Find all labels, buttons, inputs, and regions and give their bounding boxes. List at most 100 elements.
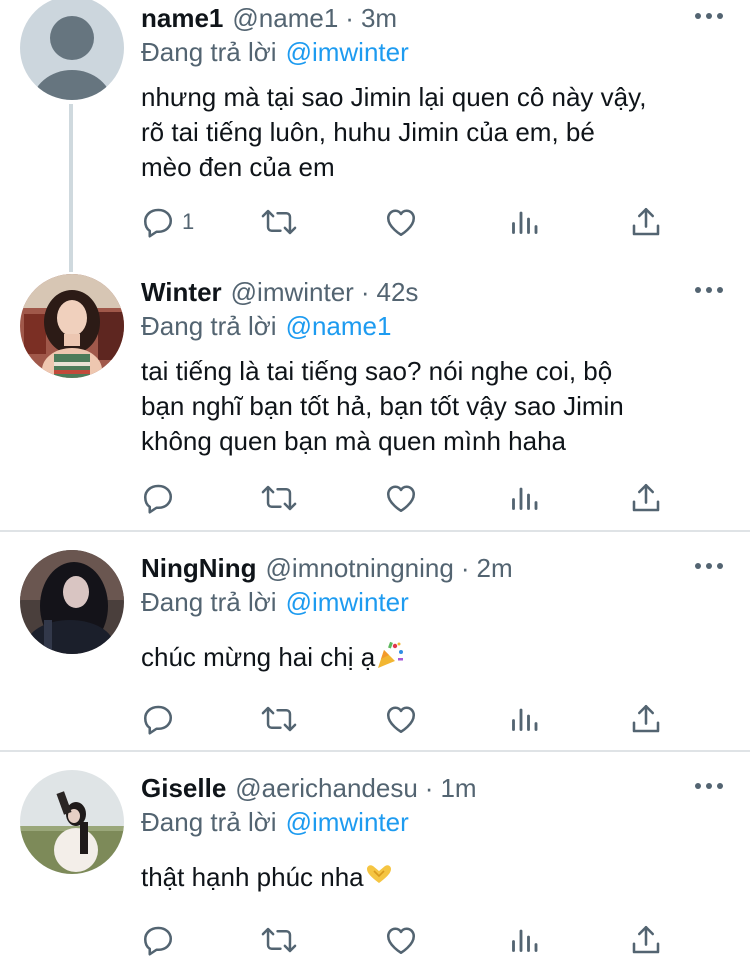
reply-button[interactable]: 1 [140, 202, 194, 242]
retweet-button[interactable] [260, 699, 298, 739]
tweet-giselle[interactable]: Giselle @aerichandesu · 1m Đang trả lời … [0, 770, 750, 960]
avatar-winter[interactable] [20, 274, 124, 378]
tweet-text: chúc mừng hai chị ạ [141, 640, 405, 679]
analytics-icon [506, 480, 542, 516]
share-button[interactable] [628, 202, 664, 242]
timestamp[interactable]: 3m [361, 3, 397, 34]
separator: · [345, 2, 354, 33]
separator: · [424, 772, 434, 803]
reply-button[interactable] [140, 920, 182, 960]
replying-to: Đang trả lời @imwinter [141, 584, 409, 620]
reply-icon [140, 922, 176, 958]
replying-prefix: Đang trả lời [141, 310, 277, 341]
tweet-actions [140, 920, 680, 960]
timestamp[interactable]: 1m [440, 773, 476, 804]
tweet-name1[interactable]: name1 @name1 · 3m Đang trả lời @imwinter… [0, 0, 750, 262]
retweet-icon [260, 922, 298, 958]
timestamp[interactable]: 42s [377, 277, 419, 308]
like-icon [383, 922, 419, 958]
like-button[interactable] [383, 478, 419, 518]
author-name[interactable]: NingNing [141, 553, 257, 584]
avatar-default[interactable] [20, 0, 124, 100]
tweet-text: nhưng mà tại sao Jimin lại quen cô này v… [141, 80, 646, 185]
analytics-icon [506, 701, 542, 737]
author-name[interactable]: Winter [141, 277, 222, 308]
share-icon [628, 480, 664, 516]
analytics-button[interactable] [506, 202, 542, 242]
reply-button[interactable] [140, 478, 182, 518]
analytics-icon [506, 922, 542, 958]
analytics-button[interactable] [506, 920, 542, 960]
text-line: chúc mừng hai chị ạ [141, 642, 376, 672]
replying-to: Đang trả lời @name1 [141, 308, 391, 344]
more-icon[interactable] [692, 774, 726, 798]
like-icon [383, 204, 419, 240]
reply-count: 1 [182, 209, 195, 234]
avatar-ningning[interactable] [20, 550, 124, 654]
retweet-button[interactable] [260, 478, 298, 518]
reply-thread: name1 @name1 · 3m Đang trả lời @imwinter… [0, 0, 750, 960]
like-icon [383, 480, 419, 516]
like-icon [383, 701, 419, 737]
divider [0, 750, 750, 752]
avatar-giselle[interactable] [20, 770, 124, 874]
separator: · [460, 552, 470, 583]
more-icon[interactable] [692, 554, 726, 578]
mention-link[interactable]: @imwinter [286, 587, 409, 618]
retweet-button[interactable] [260, 920, 298, 960]
author-name[interactable]: Giselle [141, 773, 226, 804]
timestamp[interactable]: 2m [477, 553, 513, 584]
tweet-ningning[interactable]: NingNing @imnotningning · 2m Đang trả lờ… [0, 550, 750, 750]
tweet-text: thật hạnh phúc nha [141, 860, 394, 899]
replying-to: Đang trả lời @imwinter [141, 34, 409, 70]
text-line: nhưng mà tại sao Jimin lại quen cô này v… [141, 82, 647, 112]
more-icon[interactable] [692, 278, 726, 302]
reply-icon [140, 480, 176, 516]
reply-icon [140, 701, 176, 737]
retweet-icon [260, 204, 298, 240]
reply-icon [140, 204, 176, 240]
analytics-button[interactable] [506, 699, 542, 739]
like-button[interactable] [383, 699, 419, 739]
share-button[interactable] [628, 478, 664, 518]
separator: · [360, 276, 370, 307]
mention-link[interactable]: @name1 [286, 311, 392, 342]
share-icon [628, 204, 664, 240]
text-line: bạn nghĩ bạn tốt hả, bạn tốt vậy sao Jim… [141, 391, 624, 421]
text-line: thật hạnh phúc nha [141, 862, 364, 892]
analytics-button[interactable] [506, 478, 542, 518]
reply-button[interactable] [140, 699, 182, 739]
share-icon [628, 701, 664, 737]
party-popper-icon [375, 640, 405, 679]
text-line: mèo đen của em [141, 152, 335, 182]
text-line: rõ tai tiếng luôn, huhu Jimin của em, bé [141, 117, 595, 147]
tweet-actions: 1 [140, 202, 680, 242]
author-handle[interactable]: @imnotningning [266, 553, 454, 584]
retweet-button[interactable] [260, 202, 298, 242]
replying-prefix: Đang trả lời [141, 36, 277, 67]
share-button[interactable] [628, 699, 664, 739]
share-icon [628, 922, 664, 958]
share-button[interactable] [628, 920, 664, 960]
mention-link[interactable]: @imwinter [286, 37, 409, 68]
analytics-icon [506, 204, 542, 240]
mention-link[interactable]: @imwinter [286, 807, 409, 838]
author-handle[interactable]: @imwinter [231, 277, 354, 308]
tweet-winter[interactable]: Winter @imwinter · 42s Đang trả lời @nam… [0, 274, 750, 530]
tweet-actions [140, 699, 680, 739]
text-line: không quen bạn mà quen mình haha [141, 426, 567, 456]
author-handle[interactable]: @aerichandesu [235, 773, 418, 804]
text-line: tai tiếng là tai tiếng sao? nói nghe coi… [141, 356, 613, 386]
author-name[interactable]: name1 [141, 3, 223, 34]
like-button[interactable] [383, 920, 419, 960]
retweet-icon [260, 701, 298, 737]
heart-hands-icon [364, 860, 394, 899]
tweet-text: tai tiếng là tai tiếng sao? nói nghe coi… [141, 354, 624, 459]
author-handle[interactable]: @name1 [232, 3, 338, 34]
more-icon[interactable] [692, 4, 726, 28]
replying-prefix: Đang trả lời [141, 586, 277, 617]
replying-prefix: Đang trả lời [141, 806, 277, 837]
replying-to: Đang trả lời @imwinter [141, 804, 409, 840]
divider [0, 530, 750, 532]
like-button[interactable] [383, 202, 419, 242]
